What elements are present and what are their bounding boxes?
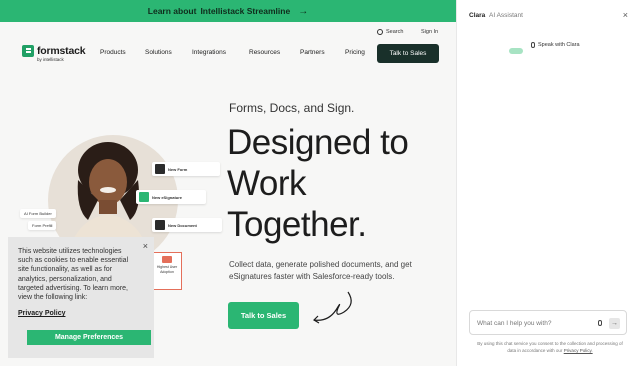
logo-byline: by intellistack	[37, 57, 64, 62]
assistant-subtitle: AI Assistant	[489, 12, 523, 19]
close-icon[interactable]: ×	[143, 241, 148, 251]
talk-to-sales-hero-button[interactable]: Talk to Sales	[228, 302, 299, 329]
chip-new-form: New Form	[152, 162, 220, 176]
tag-ai-form-builder: AI Form Builder	[20, 209, 56, 218]
nav-solutions[interactable]: Solutions	[145, 49, 172, 56]
form-icon	[155, 164, 165, 174]
chat-input-box: →	[469, 310, 627, 335]
chip-new-esignature: New eSignature	[136, 190, 206, 204]
nav-integrations[interactable]: Integrations	[192, 49, 226, 56]
privacy-policy-link[interactable]: Privacy Policy	[18, 310, 144, 317]
signin-link[interactable]: Sign In	[421, 29, 438, 35]
banner-lead: Learn about	[147, 6, 197, 16]
search-icon	[377, 29, 383, 35]
formstack-logo[interactable]: formstack by intellistack	[22, 45, 86, 62]
hero-title-line-3: Together.	[227, 205, 367, 244]
hero-title-line-2: Work	[227, 164, 307, 203]
chat-input[interactable]	[477, 317, 587, 329]
nav-resources[interactable]: Resources	[249, 49, 280, 56]
search-label: Search	[386, 29, 404, 35]
chip-new-document: New Document	[152, 218, 222, 232]
assistant-panel: Clara AI Assistant × Speak with Clara → …	[456, 0, 640, 366]
signin-label: Sign In	[421, 29, 439, 35]
assistant-name: Clara	[469, 12, 486, 19]
microphone-icon[interactable]	[598, 320, 602, 326]
speak-with-clara-button[interactable]: Speak with Clara	[531, 42, 580, 48]
speak-label: Speak with Clara	[538, 42, 580, 48]
hero-description: Collect data, generate polished document…	[229, 260, 412, 281]
nav-partners[interactable]: Partners	[300, 49, 325, 56]
nav-pricing[interactable]: Pricing	[345, 49, 365, 56]
voice-indicator	[509, 48, 523, 54]
close-icon[interactable]: ×	[623, 10, 628, 20]
talk-to-sales-nav-button[interactable]: Talk to Sales	[377, 44, 439, 63]
g2-badge: Highest User Adoption	[152, 252, 182, 290]
squiggle-arrow-icon	[313, 291, 352, 324]
hero-title: Designed to Work Together.	[227, 122, 457, 245]
hero-title-line-1: Designed to	[227, 123, 409, 162]
tag-form-prefill: Form Prefill	[28, 221, 57, 230]
microphone-icon	[531, 42, 535, 48]
logo-name: formstack	[37, 45, 86, 57]
disclaimer-text: By using this chat service you consent t…	[477, 341, 623, 353]
cookie-text: This website utilizes technologies such …	[18, 248, 129, 302]
signature-icon	[139, 192, 149, 202]
chip-label: New eSignature	[152, 194, 183, 200]
send-icon[interactable]: →	[609, 318, 620, 329]
chip-label: New Form	[168, 166, 188, 172]
nav-products[interactable]: Products	[100, 49, 126, 56]
chat-disclaimer: By using this chat service you consent t…	[475, 341, 625, 354]
document-icon	[155, 220, 165, 230]
logo-mark-icon	[22, 45, 34, 57]
hero-kicker: Forms, Docs, and Sign.	[229, 101, 355, 115]
manage-preferences-button[interactable]: Manage Preferences	[27, 330, 151, 345]
promo-banner[interactable]: Learn about Intellistack Streamline →	[0, 0, 456, 22]
arrow-right-icon: →	[298, 5, 309, 17]
disclaimer-privacy-link[interactable]: Privacy Policy.	[564, 348, 593, 353]
banner-link[interactable]: Intellistack Streamline	[200, 6, 290, 16]
page: Learn about Intellistack Streamline → Se…	[0, 0, 640, 366]
search-link[interactable]: Search	[377, 29, 403, 35]
chip-label: New Document	[168, 222, 197, 228]
